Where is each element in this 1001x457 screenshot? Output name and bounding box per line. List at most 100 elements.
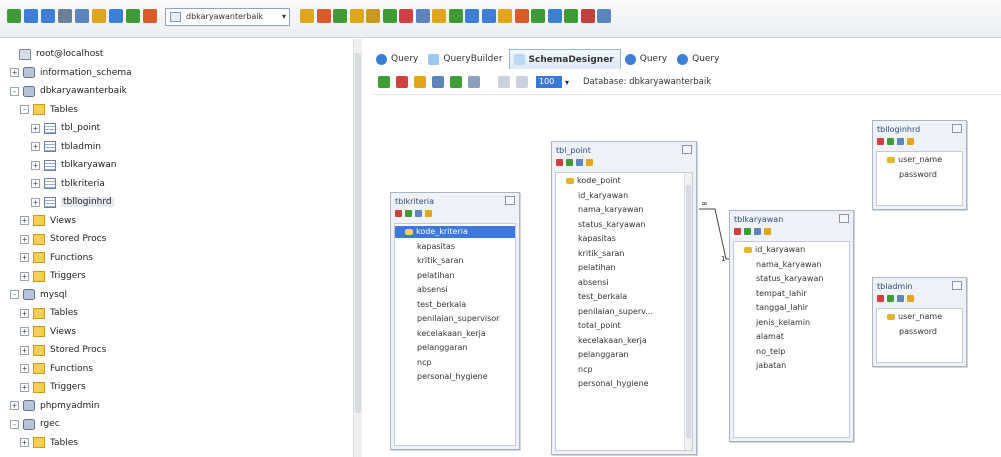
tree-item-stored-procs[interactable]: + Stored Procs: [20, 231, 106, 247]
collapse-icon[interactable]: -: [10, 86, 19, 96]
expand-icon[interactable]: +: [31, 123, 40, 133]
scrollbar-thumb[interactable]: [355, 53, 361, 413]
edit-field-icon[interactable]: [887, 295, 894, 302]
tree-item-views[interactable]: + Views: [20, 213, 76, 229]
relation-icon[interactable]: [897, 138, 904, 145]
remove-field-icon[interactable]: [877, 138, 884, 145]
remove-field-icon[interactable]: [877, 295, 884, 302]
undo-icon[interactable]: [92, 9, 106, 23]
tree-item-mysql[interactable]: - mysql: [10, 287, 67, 303]
field-list-scrollbar[interactable]: [684, 173, 692, 450]
scrollbar-thumb[interactable]: [686, 185, 691, 438]
table-field[interactable]: absensi: [395, 284, 515, 296]
remove-field-icon[interactable]: [556, 159, 563, 166]
relation-icon[interactable]: [754, 228, 761, 235]
save-icon[interactable]: [75, 9, 89, 23]
edit-field-icon[interactable]: [887, 138, 894, 145]
database-select[interactable]: dbkaryawanterbaik ▾: [165, 8, 290, 26]
table-field[interactable]: absensi: [556, 277, 692, 289]
toolbar-action-icon[interactable]: [432, 9, 446, 23]
toolbar-action-icon[interactable]: [316, 9, 331, 23]
table-field[interactable]: pelatihan: [395, 270, 515, 282]
tree-item-tblkaryawan[interactable]: + tblkaryawan: [31, 157, 116, 173]
open-icon[interactable]: [414, 76, 426, 88]
collapse-icon[interactable]: -: [20, 105, 29, 114]
print-icon[interactable]: [468, 76, 480, 88]
options-icon[interactable]: [907, 295, 914, 302]
expand-icon[interactable]: +: [31, 160, 40, 170]
card-menu-icon[interactable]: [505, 196, 515, 205]
toolbar-action-icon[interactable]: [349, 9, 364, 23]
expand-icon[interactable]: +: [20, 382, 29, 392]
open-icon[interactable]: [58, 9, 72, 23]
expand-icon[interactable]: +: [31, 197, 40, 207]
remove-field-icon[interactable]: [734, 228, 741, 235]
tool-icon[interactable]: [143, 9, 157, 23]
toolbar-action-icon[interactable]: [597, 9, 611, 23]
table-card-tblloginhrd[interactable]: tblloginhrd user_name password: [872, 120, 967, 210]
tab-query[interactable]: Query: [673, 49, 725, 69]
primary-key-field[interactable]: kode_point: [556, 175, 692, 187]
table-field[interactable]: ncp: [556, 364, 692, 376]
disconnect-icon[interactable]: [24, 9, 38, 23]
options-icon[interactable]: [586, 159, 593, 166]
primary-key-field[interactable]: kode_kriteria: [395, 226, 515, 238]
toolbar-action-icon[interactable]: [333, 9, 347, 23]
tree-item-tbladmin[interactable]: + tbladmin: [31, 139, 101, 155]
table-field[interactable]: password: [877, 326, 962, 338]
expand-icon[interactable]: +: [20, 438, 29, 447]
tree-item-triggers[interactable]: + Triggers: [20, 268, 86, 284]
toolbar-action-icon[interactable]: [300, 9, 314, 23]
table-field[interactable]: nama_karyawan: [734, 259, 849, 271]
tree-item-information-schema[interactable]: + information_schema: [10, 65, 132, 81]
table-field[interactable]: penilaian_superv...: [556, 306, 692, 318]
toolbar-action-icon[interactable]: [366, 9, 380, 23]
toolbar-action-icon[interactable]: [399, 9, 413, 23]
table-field[interactable]: kapasitas: [395, 241, 515, 253]
toolbar-action-icon[interactable]: [547, 9, 562, 23]
tree-item-tables[interactable]: + Tables: [20, 305, 78, 321]
expand-icon[interactable]: +: [20, 364, 29, 373]
relation-icon[interactable]: [897, 295, 904, 302]
toolbar-action-icon[interactable]: [465, 9, 479, 23]
collapse-icon[interactable]: -: [10, 419, 19, 429]
tab-querybuilder[interactable]: QueryBuilder: [424, 49, 508, 69]
remove-field-icon[interactable]: [395, 210, 402, 217]
toolbar-action-icon[interactable]: [382, 9, 397, 23]
expand-icon[interactable]: +: [10, 401, 19, 410]
table-card-tbl-point[interactable]: tbl_point kode_point id_karyawan nama_karya…: [551, 141, 697, 455]
toolbar-action-icon[interactable]: [564, 9, 578, 23]
table-field[interactable]: tempat_lahir: [734, 288, 849, 300]
tab-schemadesigner[interactable]: SchemaDesigner: [508, 49, 621, 69]
table-field[interactable]: total_point: [556, 320, 692, 332]
table-field[interactable]: personal_hygiene: [556, 378, 692, 390]
table-field[interactable]: tanggal_lahir: [734, 302, 849, 314]
toolbar-action-icon[interactable]: [498, 9, 512, 23]
edit-field-icon[interactable]: [405, 210, 412, 217]
expand-icon[interactable]: +: [31, 179, 40, 188]
card-menu-icon[interactable]: [682, 145, 692, 154]
save-icon[interactable]: [432, 76, 444, 88]
table-field[interactable]: kecelakaan_kerja: [395, 328, 515, 340]
tree-item-functions[interactable]: + Functions: [20, 250, 93, 266]
options-icon[interactable]: [764, 228, 771, 235]
redo-icon[interactable]: [109, 9, 123, 23]
tree-item-tables[interactable]: - Tables: [20, 102, 78, 118]
edit-field-icon[interactable]: [566, 159, 573, 166]
table-field[interactable]: pelatihan: [556, 262, 692, 274]
tree-item-rgec[interactable]: - rgec: [10, 416, 60, 432]
toolbar-action-icon[interactable]: [448, 9, 463, 23]
edit-field-icon[interactable]: [744, 228, 751, 235]
table-card-tblkriteria[interactable]: tblkriteria kode_kriteria kapasitas kritik_…: [390, 192, 520, 450]
tree-item-dbkaryawanterbaik[interactable]: - dbkaryawanterbaik: [10, 83, 127, 99]
tree-item-phpmyadmin[interactable]: + phpmyadmin: [10, 398, 99, 414]
zoom-out-icon[interactable]: [516, 76, 528, 88]
zoom-in-icon[interactable]: [498, 76, 510, 88]
tree-item-tblloginhrd[interactable]: + tblloginhrd: [31, 194, 114, 210]
card-menu-icon[interactable]: [839, 214, 849, 223]
tree-item-root-localhost[interactable]: root@localhost: [6, 46, 103, 62]
zoom-select[interactable]: 100: [536, 76, 562, 88]
schema-canvas[interactable]: ∞ 1 tblkriteria kode_kriteria kapasitas kri…: [372, 94, 1001, 457]
primary-key-field[interactable]: user_name: [877, 154, 962, 166]
chevron-down-icon[interactable]: ▾: [565, 78, 569, 87]
